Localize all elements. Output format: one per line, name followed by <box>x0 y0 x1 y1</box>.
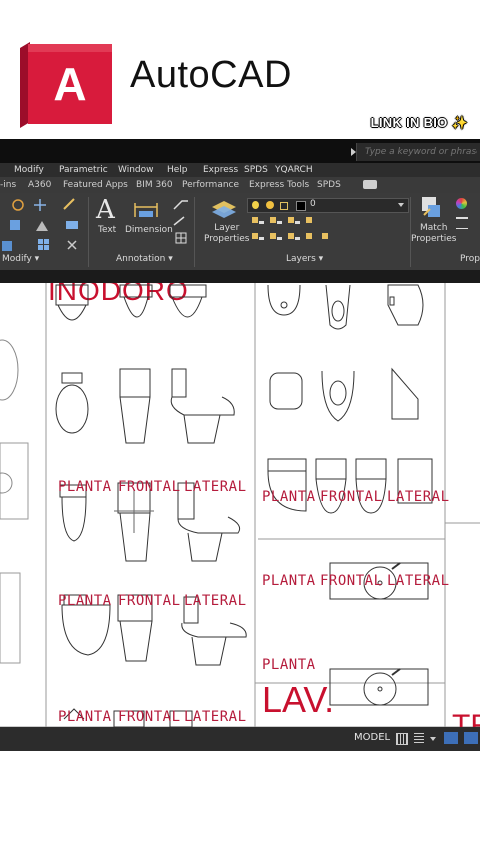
label-lateral: LATERAL <box>387 489 450 505</box>
layer-properties-label[interactable]: Layer Properties <box>204 223 249 245</box>
menu-bar: Modify Parametric Window Help Express SP… <box>0 163 480 177</box>
text-icon[interactable]: A <box>96 195 115 225</box>
label-frontal: FRONTAL <box>320 489 383 505</box>
menu-yqarch[interactable]: YQARCH <box>275 163 313 177</box>
label-planta: PLANTA <box>262 489 316 505</box>
search-box[interactable] <box>351 143 480 161</box>
menu-parametric[interactable]: Parametric <box>59 163 108 177</box>
lav-heading: LAV. <box>262 679 335 720</box>
right-heading-tr: TR <box>452 709 480 727</box>
properties-panel-title[interactable]: Prop <box>460 254 480 264</box>
tab-a360[interactable]: A360 <box>28 177 51 193</box>
autocad-window: LINK IN BIO ✨ Modify Parametric Window H… <box>0 115 480 751</box>
layer-properties-icon[interactable] <box>210 197 238 221</box>
annotation-panel-title[interactable]: Annotation ▾ <box>116 254 173 264</box>
dimension-button-label[interactable]: Dimension <box>125 225 173 235</box>
tab-express-tools[interactable]: Express Tools <box>249 177 309 193</box>
snap-icon[interactable] <box>414 733 424 743</box>
label-frontal: FRONTAL <box>320 573 383 589</box>
tab-featured-apps[interactable]: Featured Apps <box>63 177 128 193</box>
line-weight-icon[interactable] <box>456 217 468 229</box>
separator <box>194 197 195 267</box>
menu-help[interactable]: Help <box>167 163 188 177</box>
drawing-canvas[interactable]: INODORO PLANTA FRONTAL LATERAL PLANTA FR… <box>0 283 480 727</box>
layer-dropdown[interactable]: 0 <box>247 198 409 213</box>
color-wheel-icon[interactable] <box>456 198 467 209</box>
model-tab[interactable]: MODEL <box>354 732 390 743</box>
label-frontal: FRONTAL <box>118 479 181 495</box>
title-bar <box>0 139 480 163</box>
ribbon: Modify ▾ A Text Dimension Annotation ▾ L… <box>0 193 480 270</box>
status-bar: MODEL <box>0 727 480 751</box>
modify-tools-icons[interactable] <box>0 195 88 253</box>
lock-icon <box>280 202 288 210</box>
ortho-icon[interactable] <box>444 732 458 744</box>
tab-addins[interactable]: -ins <box>0 177 16 193</box>
match-properties-label[interactable]: Match Properties <box>411 223 456 245</box>
bulb-icon <box>252 201 259 209</box>
color-swatch <box>296 201 306 211</box>
layers-panel-title[interactable]: Layers ▾ <box>286 254 323 264</box>
autocad-logo: A <box>20 42 112 128</box>
text-button-label[interactable]: Text <box>98 225 116 235</box>
dimension-icon[interactable] <box>133 199 159 219</box>
tab-bim360[interactable]: BIM 360 <box>136 177 173 193</box>
menu-modify[interactable]: Modify <box>14 163 44 177</box>
brand-name: AutoCAD <box>130 54 292 96</box>
label-frontal: FRONTAL <box>118 709 181 725</box>
polar-icon[interactable] <box>464 732 478 744</box>
label-lateral: LATERAL <box>184 479 247 495</box>
chevron-down-icon[interactable] <box>430 737 436 741</box>
menu-express[interactable]: Express <box>203 163 238 177</box>
chevron-down-icon <box>398 203 404 207</box>
layer-tools-icons[interactable] <box>250 215 330 251</box>
annotation-tools-icons[interactable] <box>172 197 190 247</box>
label-planta: PLANTA <box>262 573 316 589</box>
layer-value: 0 <box>310 199 316 209</box>
tab-spds[interactable]: SPDS <box>317 177 341 193</box>
search-arrow-icon <box>351 148 356 156</box>
logo-letter: A <box>53 58 86 110</box>
label-frontal: FRONTAL <box>118 593 181 609</box>
menu-window[interactable]: Window <box>118 163 154 177</box>
match-properties-icon[interactable] <box>420 195 444 219</box>
label-planta: PLANTA <box>58 479 112 495</box>
tab-options-icon[interactable] <box>363 180 377 189</box>
sun-icon <box>266 201 274 209</box>
menu-spds[interactable]: SPDS <box>244 163 268 177</box>
ribbon-tab-bar: -ins A360 Featured Apps BIM 360 Performa… <box>0 177 480 194</box>
label-lateral: LATERAL <box>184 709 247 725</box>
search-input[interactable] <box>365 144 477 160</box>
modify-panel-title[interactable]: Modify ▾ <box>2 254 39 264</box>
grid-icon[interactable] <box>396 733 408 745</box>
label-planta: PLANTA <box>58 593 112 609</box>
separator <box>88 197 89 267</box>
link-in-bio-caption: LINK IN BIO ✨ <box>370 115 468 130</box>
label-lateral: LATERAL <box>387 573 450 589</box>
label-lateral: LATERAL <box>184 593 247 609</box>
label-planta: PLANTA <box>58 709 112 725</box>
toilet-fixture-drawings <box>55 284 247 727</box>
tab-performance[interactable]: Performance <box>182 177 239 193</box>
label-planta: PLANTA <box>262 657 316 673</box>
